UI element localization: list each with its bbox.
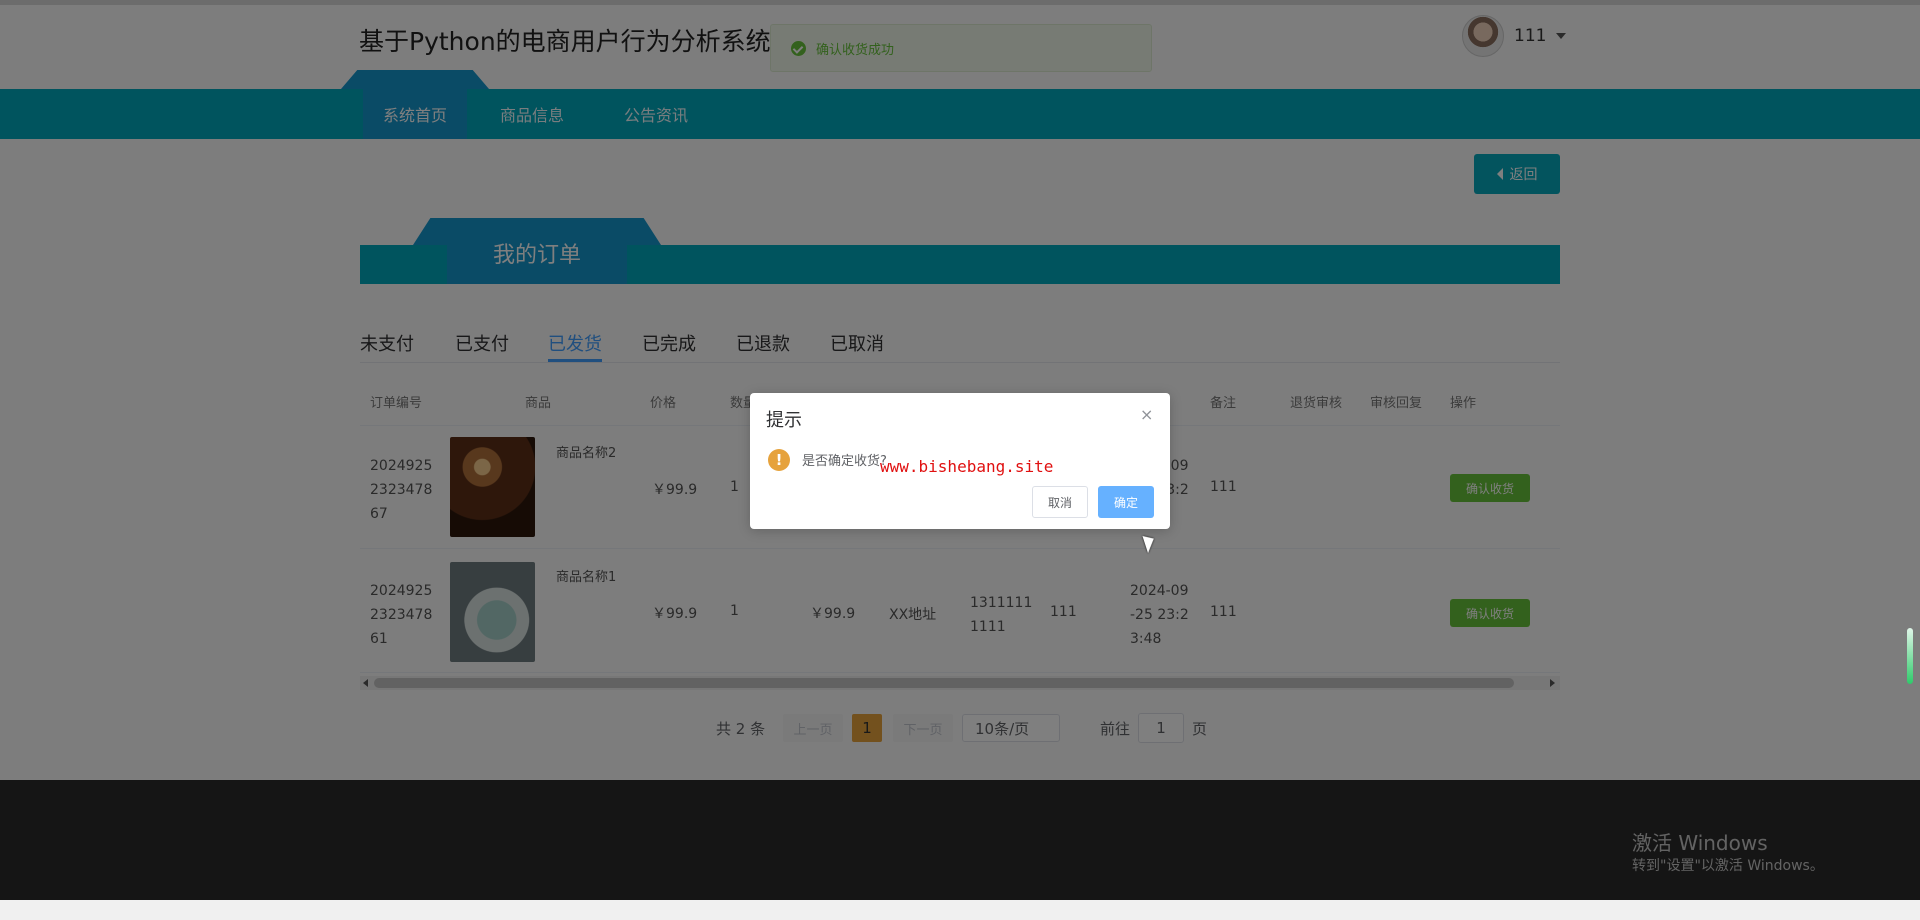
close-icon[interactable]: ×: [1140, 405, 1153, 424]
cancel-button[interactable]: 取消: [1032, 486, 1088, 518]
confirm-button[interactable]: 确定: [1098, 486, 1154, 518]
dialog-title: 提示: [766, 410, 802, 431]
watermark-text: www.bishebang.site: [880, 457, 1054, 476]
bottom-strip: [0, 900, 1920, 920]
dialog-message: 是否确定收货?: [802, 454, 887, 469]
side-scroll-indicator: [1907, 628, 1913, 684]
warning-icon: !: [768, 449, 790, 471]
